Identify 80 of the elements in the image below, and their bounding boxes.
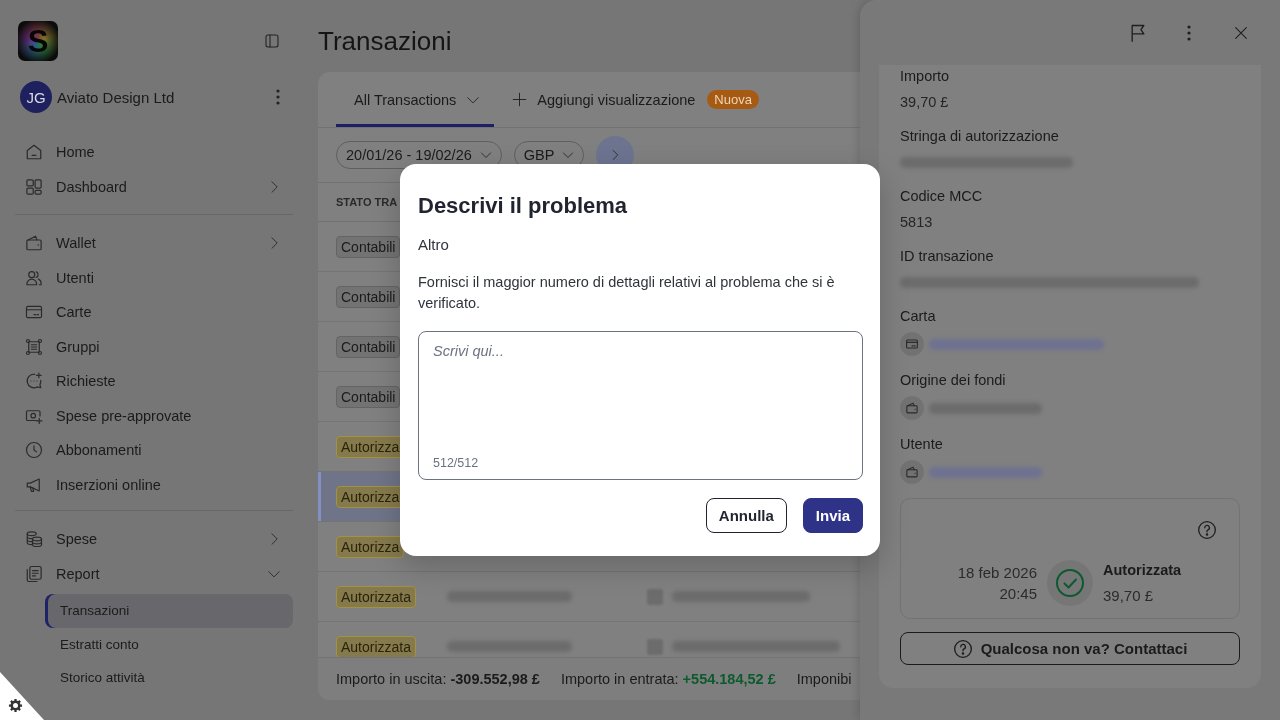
nav-item[interactable]: Utenti — [15, 260, 293, 295]
text-input[interactable]: Scrivi qui... — [433, 341, 848, 450]
wallet-icon — [900, 396, 924, 420]
contact-button[interactable]: Qualcosa non va? Contattaci — [900, 632, 1240, 665]
status-badge: Contabili — [336, 335, 401, 358]
status-badge: Autorizzata — [336, 585, 417, 608]
documents-icon — [25, 564, 43, 583]
nav-item[interactable]: Richieste — [15, 364, 293, 399]
chevron-down-icon — [562, 149, 575, 161]
sidebar-toggle-icon[interactable] — [264, 33, 280, 49]
total-label: Importo in entrata: — [560, 671, 679, 687]
coin-stack-icon — [25, 530, 43, 549]
status-badge: Autorizza — [336, 535, 405, 558]
table-row[interactable]: Autorizzata — [318, 572, 860, 622]
users-icon — [25, 268, 43, 287]
wallet-icon — [25, 234, 43, 253]
status-badge: Contabili — [336, 285, 401, 308]
organization-name[interactable]: Aviato Design Ltd — [57, 88, 271, 106]
nav-item[interactable]: Dashboard — [15, 169, 293, 204]
column-header: STATO TRA — [336, 196, 398, 208]
submit-button[interactable]: Invia — [802, 498, 863, 534]
dialog-title: Descrivi il problema — [418, 191, 629, 220]
plus-icon — [512, 92, 528, 107]
tab[interactable]: Aggiungi visualizzazione Nuova — [494, 72, 773, 127]
more-icon[interactable] — [276, 89, 280, 105]
tab[interactable]: All Transactions — [336, 72, 495, 127]
nav-subitem[interactable]: Transazioni — [45, 594, 293, 628]
page-title: Transazioni — [318, 24, 452, 58]
character-counter: 512/512 — [433, 455, 479, 472]
total-label: Importo in uscita: — [336, 671, 447, 687]
text-area[interactable]: Scrivi qui... 512/512 — [418, 331, 863, 481]
field-label: Utente — [900, 435, 944, 454]
total-amount: +554.184,52 £ — [682, 671, 776, 687]
field-label: ID transazione — [900, 247, 995, 266]
settings-icon — [8, 698, 23, 713]
house-icon — [25, 143, 43, 162]
wallet-icon — [900, 460, 924, 484]
field-label: Codice MCC — [900, 187, 984, 206]
megaphone-icon — [25, 475, 43, 494]
total-amount: -309.552,98 £ — [450, 671, 540, 687]
field-label: Stringa di autorizzazione — [900, 127, 1060, 146]
cancel-button[interactable]: Annulla — [705, 498, 787, 534]
field-label: Carta — [900, 307, 937, 326]
check-circle-icon — [1047, 560, 1093, 606]
help-icon — [952, 638, 973, 659]
avatar: JG — [20, 81, 52, 113]
nav-item[interactable]: Carte — [15, 295, 293, 330]
card-icon — [900, 332, 924, 356]
new-badge: Nuova — [707, 90, 759, 109]
status-amount: 39,70 £ — [1103, 586, 1154, 606]
field-label: Importo — [900, 67, 951, 86]
nav-item[interactable]: Wallet — [15, 226, 293, 261]
close-icon[interactable] — [1233, 24, 1249, 41]
clock-icon — [25, 441, 43, 460]
field-value: 39,70 £ — [900, 93, 949, 112]
status-badge: Contabili — [336, 235, 401, 258]
nav-subitem[interactable]: Estratti conto — [45, 627, 293, 661]
nav-item[interactable]: Home — [15, 135, 293, 170]
nav-item[interactable]: Spese pre-approvate — [15, 398, 293, 433]
nav-item[interactable]: Gruppi — [15, 329, 293, 364]
field-label: Origine dei fondi — [900, 371, 1007, 390]
status-badge: Autorizzata — [336, 635, 417, 657]
nav-subitem[interactable]: Storico attività — [45, 661, 293, 695]
nav-item[interactable]: Report — [15, 556, 293, 591]
nav-item[interactable]: Inserzioni online — [15, 467, 293, 502]
grid-icon — [25, 177, 43, 196]
status-badge: Contabili — [336, 385, 401, 408]
problem-category: Altro — [418, 234, 450, 255]
status-date: 18 feb 2026 20:45 — [957, 563, 1037, 604]
logo: S — [18, 21, 58, 61]
nav-item[interactable]: Spese — [15, 522, 293, 557]
chat-plus-icon — [25, 372, 43, 391]
frame-icon — [25, 337, 43, 356]
field-value: 5813 — [900, 213, 933, 232]
chevron-down-icon — [479, 149, 492, 161]
more-icon[interactable] — [1187, 24, 1191, 41]
dialog-description: Fornisci il maggior numero di dettagli relativi al problema che si è verificato. — [418, 272, 836, 313]
status-label: Autorizzata — [1103, 561, 1182, 580]
help-icon[interactable] — [1197, 520, 1217, 540]
nav-item[interactable]: Abbonamenti — [15, 433, 293, 468]
